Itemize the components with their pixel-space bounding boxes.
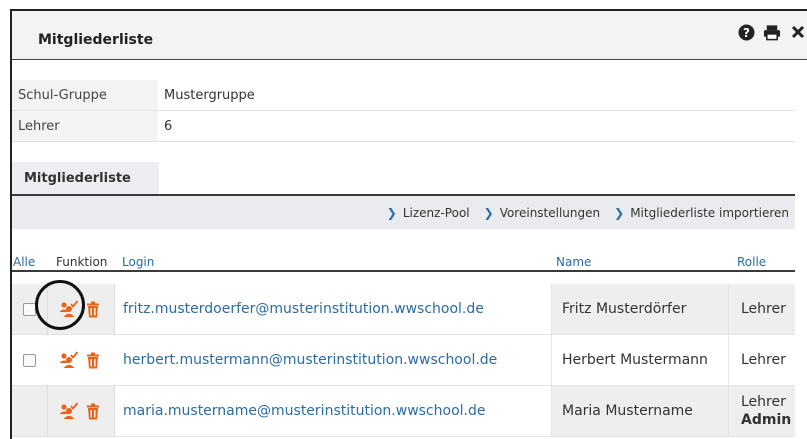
table-row: fritz.musterdoerfer@musterinstitution.ww… bbox=[12, 284, 795, 335]
group-info: Schul-Gruppe Mustergruppe Lehrer 6 bbox=[12, 80, 795, 142]
window-titlebar: Mitgliederliste ? bbox=[12, 11, 807, 60]
table-row: herbert.mustermann@musterinstitution.wws… bbox=[12, 335, 795, 386]
column-header-name[interactable]: Name bbox=[556, 255, 591, 269]
table-row: maria.mustername@musterinstitution.wwsch… bbox=[12, 386, 795, 437]
manage-users-icon[interactable] bbox=[59, 350, 79, 370]
member-name: Herbert Mustermann bbox=[551, 335, 728, 385]
member-role: Lehrer bbox=[728, 335, 795, 385]
print-icon[interactable] bbox=[763, 23, 781, 41]
admin-label: Admin bbox=[741, 412, 792, 428]
chevron-right-icon: ❯ bbox=[483, 205, 494, 220]
close-icon[interactable] bbox=[789, 23, 807, 41]
column-header-funktion: Funktion bbox=[56, 255, 108, 269]
info-row-group: Schul-Gruppe Mustergruppe bbox=[12, 80, 795, 111]
info-label: Lehrer bbox=[12, 111, 158, 141]
column-header-rolle[interactable]: Rolle bbox=[737, 255, 766, 269]
login-link[interactable]: herbert.mustermann@musterinstitution.wws… bbox=[115, 335, 551, 385]
action-toolbar: ❯ Lizenz-Pool ❯ Voreinstellungen ❯ Mitglied… bbox=[12, 194, 795, 229]
login-link[interactable]: fritz.musterdoerfer@musterinstitution.ww… bbox=[115, 284, 551, 334]
info-value: 6 bbox=[164, 118, 173, 134]
info-value: Mustergruppe bbox=[164, 87, 255, 103]
chevron-right-icon: ❯ bbox=[614, 205, 625, 220]
login-link[interactable]: maria.mustername@musterinstitution.wwsch… bbox=[115, 386, 551, 436]
trash-icon[interactable] bbox=[83, 401, 103, 421]
member-name: Fritz Musterdörfer bbox=[551, 284, 728, 334]
row-checkbox[interactable] bbox=[23, 353, 36, 367]
license-pool-link[interactable]: ❯ Lizenz-Pool bbox=[387, 206, 470, 220]
manage-users-icon[interactable] bbox=[59, 401, 79, 421]
table-header: Alle Funktion Login Name Rolle bbox=[12, 252, 795, 272]
chevron-right-icon: ❯ bbox=[386, 205, 397, 220]
trash-icon[interactable] bbox=[83, 299, 103, 319]
presets-link[interactable]: ❯ Voreinstellungen bbox=[484, 206, 601, 220]
tab-member-list[interactable]: Mitgliederliste bbox=[12, 162, 159, 194]
info-label: Schul-Gruppe bbox=[12, 80, 158, 110]
member-role: Lehrer Admin bbox=[728, 386, 795, 436]
trash-icon[interactable] bbox=[83, 350, 103, 370]
select-all-link[interactable]: Alle bbox=[13, 255, 35, 269]
help-icon[interactable]: ? bbox=[737, 23, 755, 41]
svg-text:?: ? bbox=[743, 26, 750, 40]
import-member-list-link[interactable]: ❯ Mitgliederliste importieren bbox=[614, 206, 789, 220]
member-name: Maria Mustername bbox=[551, 386, 728, 436]
window-title: Mitgliederliste bbox=[38, 32, 154, 48]
column-header-login[interactable]: Login bbox=[122, 255, 154, 269]
highlight-circle-annotation bbox=[35, 280, 85, 330]
info-row-teachers: Lehrer 6 bbox=[12, 111, 795, 142]
member-role: Lehrer bbox=[728, 284, 795, 334]
